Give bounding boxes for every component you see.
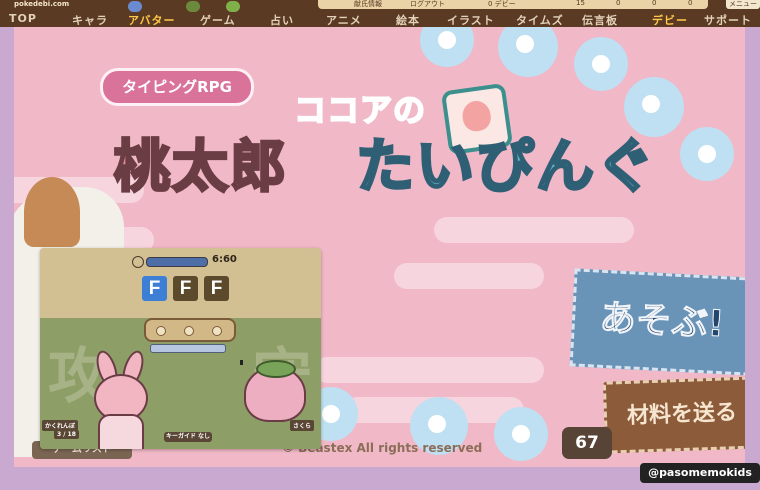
user-status-bar: 献氏情報 ログアウト 0 デビー 15 0 0 0 (318, 0, 708, 9)
mouse-cursor-icon (240, 360, 243, 365)
cloud-pattern (434, 217, 634, 243)
nav-item-top[interactable]: TOP (9, 12, 37, 25)
genre-tag: タイピングRPG (100, 68, 254, 106)
user-info-link[interactable]: 献氏情報 (354, 0, 382, 9)
nav-item-debi[interactable]: デビー (652, 12, 688, 28)
sakura-flower-icon (494, 407, 548, 461)
watermark-handle: @pasomemokids (640, 463, 760, 483)
sakura-flower-icon (420, 27, 474, 67)
player-hp-label: 3 / 18 (54, 430, 79, 439)
enemy-hp-bar (150, 344, 226, 353)
stat-value: 0 (616, 0, 621, 7)
stat-value: 15 (576, 0, 585, 7)
debi-points: 0 デビー (488, 0, 516, 8)
time-remaining: 6:60 (212, 254, 237, 265)
logout-link[interactable]: ログアウト (410, 0, 445, 9)
sakura-flower-icon (574, 37, 628, 91)
nav-item-fortune[interactable]: 占い (270, 12, 294, 28)
progress-node (156, 326, 166, 336)
nav-item-chara[interactable]: キャラ (72, 12, 108, 28)
material-counter: 67 (562, 427, 612, 459)
enemy-name-label: さくら (290, 420, 315, 431)
progress-node (184, 326, 194, 336)
sakura-flower-icon (498, 27, 558, 77)
cloud-pattern (394, 263, 544, 289)
top-nav: pokedebi.com 献氏情報 ログアウト 0 デビー 15 0 0 0 メ… (0, 0, 760, 27)
time-bar (146, 257, 208, 267)
progress-node (212, 326, 222, 336)
typing-key: F (142, 276, 167, 301)
mochi-enemy-character (244, 360, 306, 422)
mascot-icon (128, 1, 142, 12)
send-materials-button[interactable]: 材料を送る (602, 376, 745, 454)
typing-key: F (173, 276, 198, 301)
title-momotaro: 桃太郎 (113, 134, 288, 202)
sakura-flower-icon (680, 127, 734, 181)
nav-item-picturebook[interactable]: 絵本 (396, 12, 420, 28)
typing-key: F (204, 276, 229, 301)
cloud-pattern (314, 357, 544, 383)
nav-menu: TOP キャラ アバター ゲーム 占い アニメ 絵本 イラスト タイムズ 伝言板… (0, 12, 760, 28)
menu-button[interactable]: メニュー (726, 0, 760, 9)
nav-item-illust[interactable]: イラスト (447, 12, 495, 28)
clock-icon (132, 256, 144, 268)
key-guide-label: キーガイド なし (164, 432, 212, 442)
mascot-icon (226, 1, 240, 12)
stage-progress (144, 318, 236, 342)
nav-item-anime[interactable]: アニメ (326, 12, 362, 28)
stat-value: 0 (652, 0, 657, 7)
bunny-player-character (88, 348, 150, 449)
site-domain: pokedebi.com (14, 0, 70, 8)
nav-item-support[interactable]: サポート (704, 12, 752, 28)
nav-item-avatar[interactable]: アバター (128, 12, 176, 28)
nav-item-game[interactable]: ゲーム (200, 12, 236, 28)
title-typing: たいぴんぐ (354, 131, 657, 202)
stat-value: 0 (688, 0, 693, 7)
nav-item-times[interactable]: タイムズ (516, 12, 564, 28)
gameplay-preview: 6:60 F F F 攻 守 かくれんぼ 3 / 18 キーガイド なし さくら (40, 248, 321, 449)
nav-item-board[interactable]: 伝言板 (582, 12, 618, 28)
mascot-icon (186, 1, 200, 12)
play-button[interactable]: あそぶ! (569, 268, 745, 376)
